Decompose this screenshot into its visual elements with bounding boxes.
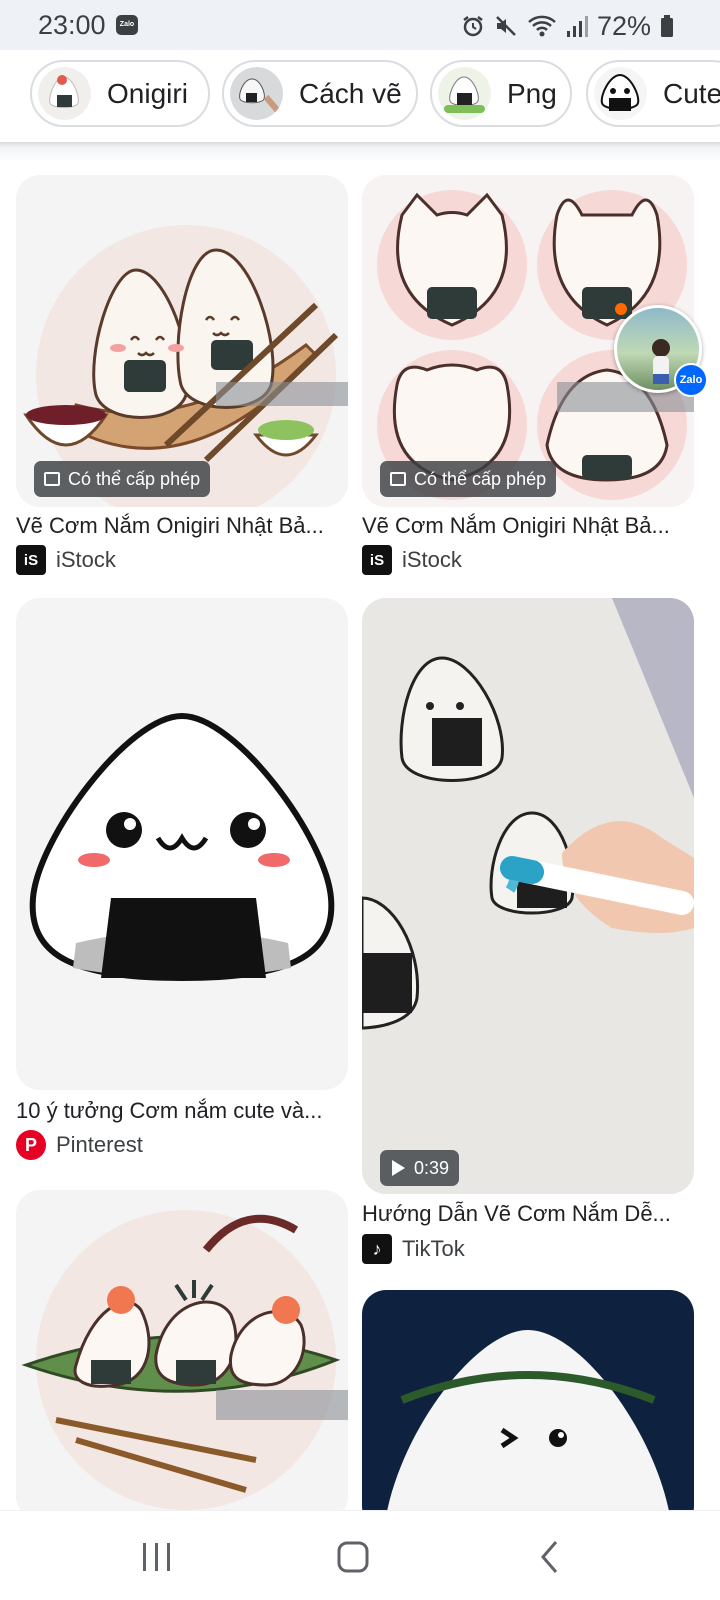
chip-label: Png [507,77,557,109]
mute-icon [496,16,516,36]
chip-png[interactable]: Png [430,60,572,127]
system-nav-bar [0,1510,720,1600]
back-icon[interactable] [538,1537,562,1577]
result-card[interactable]: Có thể cấp phép Vẽ Cơm Nắm Onigiri Nhật … [16,175,348,585]
result-image[interactable]: 0:39 [362,598,694,1194]
drawing-video-thumbnail [362,598,694,1194]
istock-logo-icon: iS [362,545,392,575]
source-name: Pinterest [56,1132,143,1157]
result-card[interactable] [362,1290,694,1530]
tiktok-logo-icon: ♪ [362,1234,392,1264]
pinterest-logo-icon: P [16,1130,46,1160]
image-icon [44,472,60,486]
chip-label: Cách vẽ [299,77,402,109]
wifi-icon [528,15,556,37]
onigiri-leaf-illustration [21,1210,348,1510]
battery-icon [661,15,673,37]
cute-onigiri-illustration [29,712,335,982]
status-time: 23:00 [38,10,106,40]
result-title[interactable]: 10 ý tưởng Cơm nắm cute và... [16,1098,348,1124]
drawing-thumbnail [230,67,283,120]
chips-divider [0,142,720,162]
result-source[interactable]: P Pinterest [16,1130,143,1160]
chip-cute[interactable]: Cute [586,60,720,127]
badge-label: Có thể cấp phép [414,468,547,489]
result-title[interactable]: Hướng Dẫn Vẽ Cơm Nắm Dễ... [362,1201,694,1227]
result-card[interactable] [16,1190,348,1520]
recent-apps-icon[interactable] [140,1537,174,1577]
status-bar: 23:00 Zalo 72% [0,0,720,50]
result-image[interactable] [362,1290,694,1530]
status-icons: 72% [461,10,674,42]
result-card[interactable]: 10 ý tưởng Cơm nắm cute và... P Pinteres… [16,598,348,1178]
png-thumbnail [438,67,491,120]
chip-cach-ve[interactable]: Cách vẽ [222,60,418,127]
result-source[interactable]: iS iStock [362,545,462,575]
chip-label: Onigiri [107,77,188,109]
video-duration: 0:39 [414,1157,450,1178]
result-image[interactable] [16,598,348,1090]
notification-dot [615,303,627,315]
result-title[interactable]: Vẽ Cơm Nắm Onigiri Nhật Bả... [362,513,694,539]
istock-logo-icon: iS [16,545,46,575]
license-badge: Có thể cấp phép [34,461,211,497]
badge-label: Có thể cấp phép [68,468,201,489]
source-name: iStock [402,547,462,572]
onigiri-bowl-illustration [23,225,348,507]
alarm-icon [463,16,483,37]
video-duration-badge: 0:39 [380,1150,460,1186]
zalo-notification-icon: Zalo [116,15,138,35]
image-icon [390,472,406,486]
zalo-app-icon: Zalo [674,363,708,397]
onigiri-thumbnail [38,67,91,120]
source-name: iStock [56,547,116,572]
result-image[interactable] [16,1190,348,1520]
cute-thumbnail [594,67,647,120]
signal-icon [566,16,588,37]
chip-onigiri[interactable]: Onigiri [30,60,210,127]
result-source[interactable]: ♪ TikTok [362,1234,465,1264]
result-card[interactable]: 0:39 Hướng Dẫn Vẽ Cơm Nắm Dễ... ♪ TikTok [362,598,694,1278]
battery-percentage: 72% [596,10,651,41]
play-icon [392,1160,405,1176]
result-image[interactable]: Có thể cấp phép [16,175,348,507]
license-badge: Có thể cấp phép [380,461,557,497]
related-search-chips: Onigiri Cách vẽ Png Cute [0,50,720,142]
result-source[interactable]: iS iStock [16,545,116,575]
source-name: TikTok [402,1236,465,1261]
home-icon[interactable] [336,1537,370,1577]
chip-label: Cute [663,77,720,109]
result-title[interactable]: Vẽ Cơm Nắm Onigiri Nhật Bả... [16,513,348,539]
onigiri-dark-illustration [384,1330,672,1530]
